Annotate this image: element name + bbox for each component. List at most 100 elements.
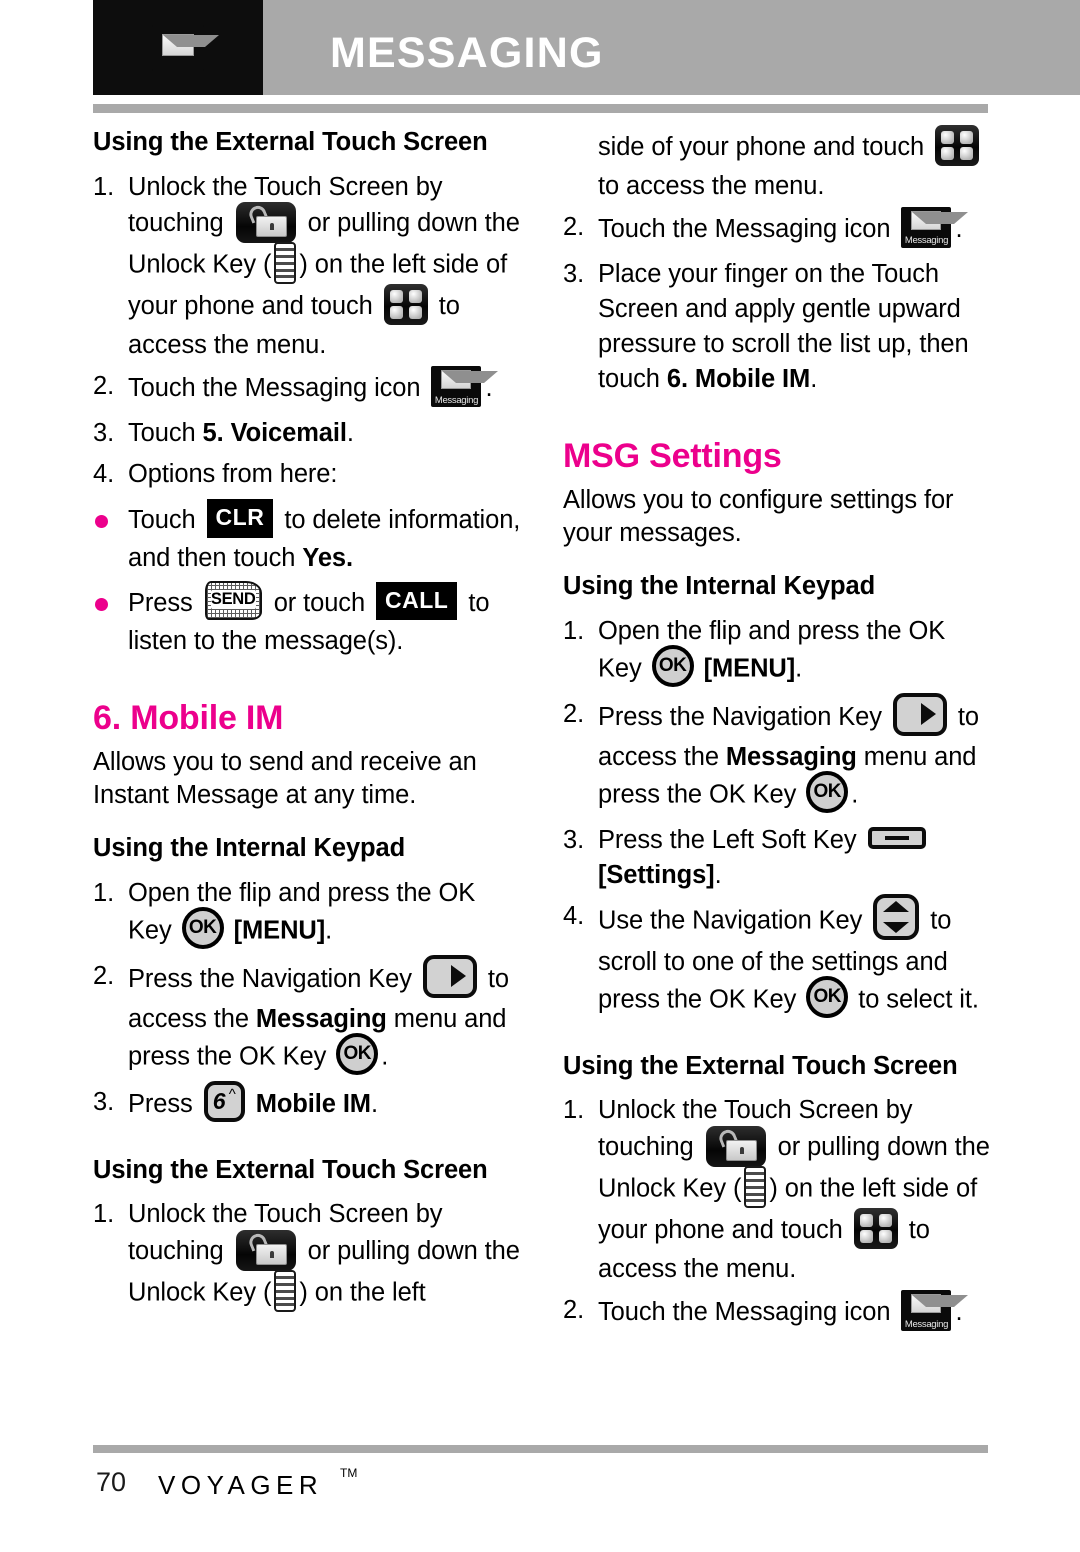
messaging-icon-label: Messaging xyxy=(434,394,479,406)
step-text-a: Touch the Messaging icon xyxy=(598,215,891,244)
step-number: 1. xyxy=(93,172,115,201)
ok-key-label: OK xyxy=(188,916,217,938)
step-text-bold: [MENU] xyxy=(703,654,796,683)
step-number: 3. xyxy=(563,825,585,854)
steps-list-external-touch-2: 1. Unlock the Touch Screen by touching o… xyxy=(93,1197,523,1315)
ok-key-label: OK xyxy=(343,1042,372,1064)
step-text-b: . xyxy=(714,860,722,889)
header-left-gap xyxy=(0,0,93,95)
left-soft-key-icon xyxy=(867,827,926,850)
step-number: 3. xyxy=(93,1087,115,1116)
step-text-bold: 5. Voicemail xyxy=(202,419,347,448)
step-text-b: . xyxy=(810,364,818,393)
grid-menu-icon xyxy=(853,1208,898,1250)
navigation-key-right-icon xyxy=(422,954,477,998)
step-text-bold: Messaging xyxy=(255,1004,387,1033)
step-text-bold: [MENU] xyxy=(233,916,326,945)
step-text-bold: Mobile IM xyxy=(255,1090,371,1119)
step-text-bold: [Settings] xyxy=(598,860,715,889)
options-bullet-list: Touch CLR to delete information, and the… xyxy=(93,499,523,659)
step-number: 3. xyxy=(563,259,585,288)
section-heading-external-touch-3: Using the External Touch Screen xyxy=(563,1051,958,1080)
bullet-text-bold: Yes. xyxy=(302,543,353,572)
step-text-b: . xyxy=(325,916,333,945)
step-number: 2. xyxy=(563,212,585,241)
messaging-app-icon: Messaging xyxy=(901,1290,969,1332)
step-text-c: to select it. xyxy=(858,985,979,1014)
section-title-msg-settings: MSG Settings xyxy=(563,436,782,475)
manual-page: MESSAGING Using the External Touch Scree… xyxy=(0,0,1080,1552)
step-text-a: Touch the Messaging icon xyxy=(598,1298,891,1327)
step-text-d: . xyxy=(851,780,859,809)
step-item: 1. Unlock the Touch Screen by touching o… xyxy=(563,1093,993,1287)
step-text-b: to access the menu. xyxy=(598,172,825,200)
messaging-icon-label: Messaging xyxy=(904,1318,949,1330)
messaging-app-icon: Messaging xyxy=(431,366,499,408)
bullet-dot-icon xyxy=(95,515,108,529)
step-text-b: . xyxy=(370,1090,378,1119)
step-text-bold: Messaging xyxy=(725,742,857,771)
step-number: 3. xyxy=(93,419,115,448)
step-number: 1. xyxy=(563,1096,585,1125)
step-text-b: . xyxy=(346,419,354,448)
ok-key-icon: OK xyxy=(651,644,694,687)
step-text-c: ) on the left xyxy=(299,1279,426,1308)
section-heading-internal-keypad-1: Using the Internal Keypad xyxy=(93,834,406,863)
unlock-padlock-icon xyxy=(235,1230,296,1272)
step-text-a: Press xyxy=(128,1090,193,1119)
steps-list-internal-keypad-1: 1. Open the flip and press the OK Key OK… xyxy=(93,876,523,1126)
list-item: Press SEND or touch CALL to listen to th… xyxy=(93,580,523,659)
step-continuation: side of your phone and touch to access t… xyxy=(563,125,993,204)
step-item: 1. Unlock the Touch Screen by touching o… xyxy=(93,1197,523,1315)
step-item: 2. Touch the Messaging icon Messaging. xyxy=(563,206,993,251)
section-description-msg-settings: Allows you to configure settings for you… xyxy=(563,485,954,548)
step-number: 1. xyxy=(93,879,115,907)
step-item: 4. Options from here: xyxy=(93,457,523,492)
ok-key-label: OK xyxy=(813,985,842,1007)
step-item: 3. Touch 5. Voicemail. xyxy=(93,416,523,451)
messaging-icon-label: Messaging xyxy=(904,235,949,247)
bullet-dot-icon xyxy=(95,597,108,611)
step-text-b: . xyxy=(795,654,803,683)
grid-menu-icon xyxy=(935,125,980,166)
trademark-mark: TM xyxy=(340,1466,358,1480)
clr-chip[interactable]: CLR xyxy=(206,499,274,538)
brand-wordmark: VOYAGER xyxy=(158,1470,324,1500)
page-title: MESSAGING xyxy=(330,29,604,77)
step-text-d: . xyxy=(381,1042,389,1071)
right-column: side of your phone and touch to access t… xyxy=(563,125,993,1344)
step-item: 2. Touch the Messaging icon Messaging. xyxy=(563,1290,993,1334)
step-text-a: Options from here: xyxy=(128,460,338,489)
call-chip[interactable]: CALL xyxy=(376,581,458,621)
envelope-shape xyxy=(162,33,219,56)
steps-list-external-touch-1: 1. Unlock the Touch Screen by touching o… xyxy=(93,170,523,493)
numeric-key-digit: 6 xyxy=(212,1087,226,1114)
navigation-key-updown-icon xyxy=(873,893,920,940)
header-icon-box xyxy=(93,0,263,95)
section-heading-internal-keypad-2: Using the Internal Keypad xyxy=(563,572,876,601)
section-heading-external-touch-2: Using the External Touch Screen xyxy=(93,1155,488,1184)
step-number: 2. xyxy=(563,699,585,728)
step-item: 3. Press 6 ^ Mobile IM. xyxy=(93,1080,523,1126)
section-description-mobile-im: Allows you to send and receive an Instan… xyxy=(93,747,477,810)
step-item: 4. Use the Navigation Key to scroll to o… xyxy=(563,893,993,1022)
numeric-key-caret: ^ xyxy=(228,1085,236,1103)
steps-list-internal-keypad-2: 1. Open the flip and press the OK Key OK… xyxy=(563,614,993,1022)
step-text-a: Touch the Messaging icon xyxy=(128,374,421,403)
step-text-a: side of your phone and touch xyxy=(598,133,925,162)
step-item: 2. Press the Navigation Key to access th… xyxy=(563,692,993,817)
step-text-a: Press the Navigation Key xyxy=(128,965,412,994)
step-text-a: Use the Navigation Key xyxy=(598,906,863,935)
unlock-padlock-icon xyxy=(235,202,296,244)
messaging-app-icon: Messaging xyxy=(901,206,969,248)
unlock-padlock-icon xyxy=(705,1126,766,1168)
unlock-key-icon xyxy=(744,1166,767,1209)
step-number: 4. xyxy=(93,460,115,489)
section-title-mobile-im: 6. Mobile IM xyxy=(93,698,284,737)
step-item: 1. Open the flip and press the OK Key OK… xyxy=(93,876,523,953)
